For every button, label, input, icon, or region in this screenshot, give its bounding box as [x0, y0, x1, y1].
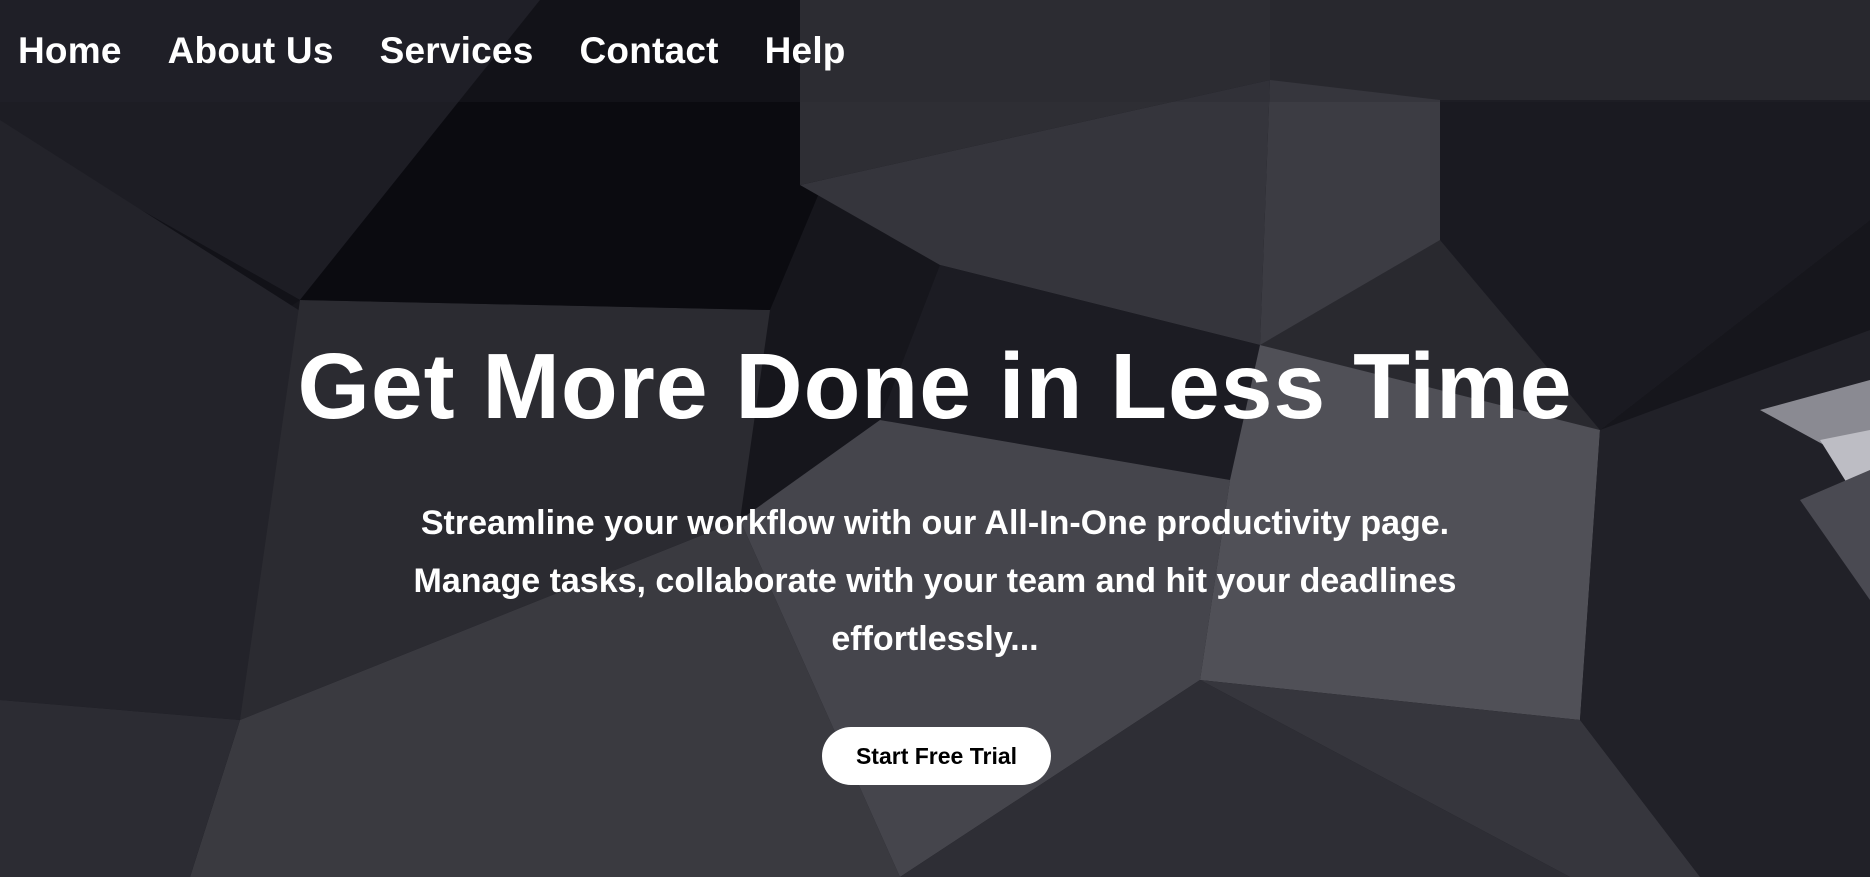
nav-item-home[interactable]: Home [18, 27, 122, 75]
hero-subtext: Streamline your workflow with our All-In… [413, 504, 1457, 658]
nav-item-help[interactable]: Help [765, 27, 846, 75]
nav-item-about-us[interactable]: About Us [168, 27, 334, 75]
hero-headline: Get More Done in Less Time [297, 334, 1573, 438]
nav-item-contact[interactable]: Contact [580, 27, 719, 75]
main-nav: Home About Us Services Contact Help [18, 27, 846, 75]
hero-section: Home About Us Services Contact Help Get … [0, 0, 1870, 877]
start-free-trial-button[interactable]: Start Free Trial [822, 727, 1051, 785]
nav-item-services[interactable]: Services [380, 27, 534, 75]
